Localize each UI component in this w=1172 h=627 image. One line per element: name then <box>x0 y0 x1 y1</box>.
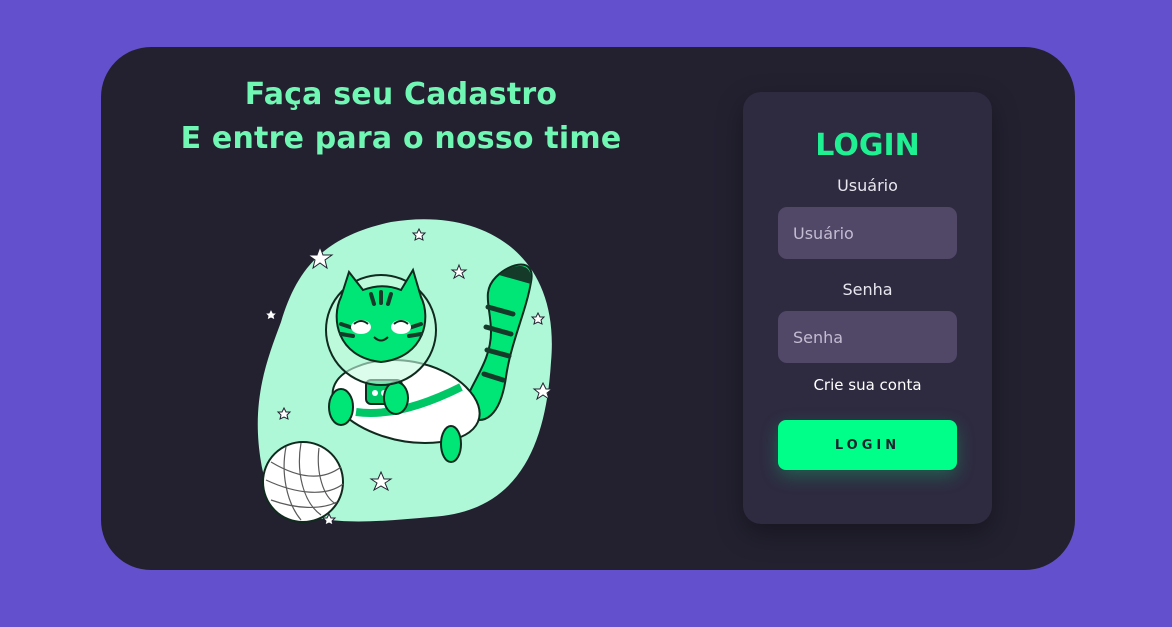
headline-line-2: E entre para o nosso time <box>180 121 622 156</box>
password-label: Senha <box>842 280 893 299</box>
page-headline: Faça seu Cadastro E entre para o nosso t… <box>171 73 631 161</box>
main-card: Faça seu Cadastro E entre para o nosso t… <box>101 47 1075 570</box>
login-button[interactable]: LOGIN <box>778 420 957 470</box>
username-input[interactable] <box>778 207 957 259</box>
password-input[interactable] <box>778 311 957 363</box>
headline-line-1: Faça seu Cadastro <box>244 77 558 112</box>
create-account-link[interactable]: Crie sua conta <box>743 376 992 394</box>
yarn-ball-icon <box>262 441 344 523</box>
astronaut-cat-icon <box>257 219 554 526</box>
username-label: Usuário <box>837 176 898 195</box>
login-panel: LOGIN Usuário Senha Crie sua conta LOGIN <box>743 92 992 524</box>
login-title: LOGIN <box>815 128 920 163</box>
